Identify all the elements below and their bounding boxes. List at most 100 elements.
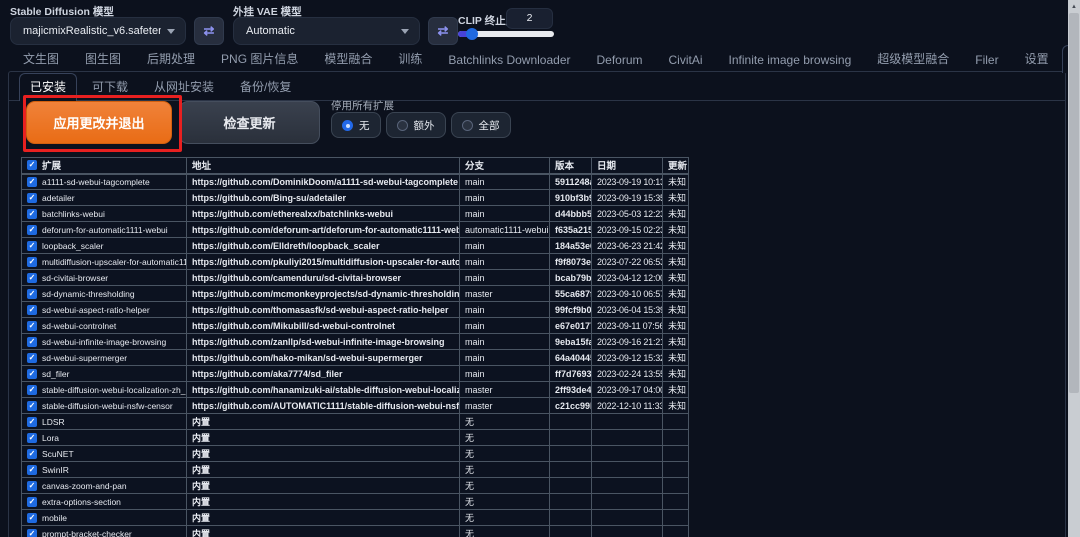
extension-checkbox[interactable]: ✓ <box>27 320 37 331</box>
update-cell: 未知 <box>662 237 689 254</box>
date-cell <box>591 461 663 478</box>
clip-skip-slider[interactable] <box>458 28 554 40</box>
extension-checkbox[interactable]: ✓ <box>27 528 37 537</box>
extension-checkbox[interactable]: ✓ <box>27 464 37 475</box>
extensions-panel: 已安装 可下载 从网址安装 备份/恢复 应用更改并退出 检查更新 停用所有扩展 无 额外… <box>8 71 1066 537</box>
extension-checkbox[interactable]: ✓ <box>27 256 37 267</box>
url-cell: https://github.com/hanamizuki-ai/stable-… <box>186 381 460 398</box>
table-row: ✓ sd-webui-supermerger https://github.com/… <box>21 349 689 366</box>
tab-filer[interactable]: Filer <box>962 48 1011 72</box>
version-cell: 5911248a <box>549 173 592 190</box>
branch-cell: automatic1111-webui <box>459 221 550 238</box>
scrollbar[interactable]: ▲ <box>1068 0 1080 537</box>
extension-checkbox[interactable]: ✓ <box>27 208 37 219</box>
table-row: ✓ SwinIR 内置无 <box>21 461 689 478</box>
radio-option-额外[interactable]: 额外 <box>385 112 446 138</box>
extension-checkbox[interactable]: ✓ <box>27 352 37 363</box>
extension-checkbox[interactable]: ✓ <box>27 288 37 299</box>
update-cell: 未知 <box>662 397 689 414</box>
tab-后期处理[interactable]: 后期处理 <box>134 45 208 72</box>
radio-option-label: 全部 <box>478 119 500 132</box>
tab-deforum[interactable]: Deforum <box>583 48 655 72</box>
radio-option-无[interactable]: 无 <box>331 112 381 138</box>
radio-circle-icon <box>342 119 353 131</box>
extension-checkbox[interactable]: ✓ <box>27 304 37 315</box>
tab-文生图[interactable]: 文生图 <box>10 45 72 72</box>
tab-设置[interactable]: 设置 <box>1012 45 1062 72</box>
branch-cell: main <box>459 253 550 270</box>
col-header-4: 日期 <box>591 157 663 175</box>
version-cell: f9f8073e <box>549 253 592 270</box>
scrollbar-thumb[interactable] <box>1069 13 1079 393</box>
refresh-vae-button[interactable]: ⇄ <box>428 17 458 45</box>
extension-name: adetailer <box>42 192 75 203</box>
update-cell <box>662 445 689 462</box>
branch-cell: 无 <box>459 493 550 510</box>
check-updates-button[interactable]: 检查更新 <box>179 101 320 144</box>
extension-cell: ✓ stable-diffusion-webui-localization-zh_… <box>21 381 187 398</box>
apply-and-restart-button[interactable]: 应用更改并退出 <box>26 101 172 144</box>
tab-batchlinks-downloader[interactable]: Batchlinks Downloader <box>435 48 583 72</box>
slider-handle[interactable] <box>466 28 478 40</box>
extension-checkbox[interactable]: ✓ <box>27 432 37 443</box>
radio-dot <box>346 123 350 128</box>
refresh-sd-model-button[interactable]: ⇄ <box>194 17 224 45</box>
table-row: ✓ multidiffusion-upscaler-for-automatic11… <box>21 253 689 270</box>
extension-name: multidiffusion-upscaler-for-automatic111… <box>42 256 187 267</box>
branch-cell: master <box>459 285 550 302</box>
radio-option-全部[interactable]: 全部 <box>450 112 511 138</box>
update-cell: 未知 <box>662 205 689 222</box>
tab-超级模型融合[interactable]: 超级模型融合 <box>864 45 962 72</box>
date-cell <box>591 445 663 462</box>
branch-cell: 无 <box>459 525 550 537</box>
extension-cell: ✓ prompt-bracket-checker <box>21 525 187 537</box>
extension-name: sd-dynamic-thresholding <box>42 288 135 299</box>
url-cell: https://github.com/deforum-art/deforum-f… <box>186 221 460 238</box>
tab-训练[interactable]: 训练 <box>385 45 435 72</box>
url-cell: https://github.com/zanllp/sd-webui-infin… <box>186 333 460 350</box>
subtab-已安装[interactable]: 已安装 <box>19 73 78 101</box>
extension-checkbox[interactable]: ✓ <box>27 272 37 283</box>
extension-checkbox[interactable]: ✓ <box>27 480 37 491</box>
tab-图生图[interactable]: 图生图 <box>72 45 134 72</box>
col-header-label: 扩展 <box>42 161 62 173</box>
extension-checkbox[interactable]: ✓ <box>27 416 37 427</box>
extension-checkbox[interactable]: ✓ <box>27 192 37 203</box>
version-cell: 9eba15fa <box>549 333 592 350</box>
subtab-可下载[interactable]: 可下载 <box>81 73 139 100</box>
scroll-up-arrow-icon[interactable]: ▲ <box>1068 0 1080 13</box>
url-cell: https://github.com/Mikubill/sd-webui-con… <box>186 317 460 334</box>
extension-checkbox[interactable]: ✓ <box>27 384 37 395</box>
version-cell: 184a53e6 <box>549 237 592 254</box>
extension-checkbox[interactable]: ✓ <box>27 400 37 411</box>
extension-checkbox[interactable]: ✓ <box>27 176 37 187</box>
extension-name: canvas-zoom-and-pan <box>42 480 127 491</box>
version-cell: e67e0177 <box>549 317 592 334</box>
branch-cell: main <box>459 205 550 222</box>
url-cell: https://github.com/Bing-su/adetailer <box>186 189 460 206</box>
tab-png-图片信息[interactable]: PNG 图片信息 <box>208 45 311 72</box>
update-cell <box>662 461 689 478</box>
subtab-从网址安装[interactable]: 从网址安装 <box>143 73 225 100</box>
clip-skip-input[interactable]: 2 <box>506 8 553 29</box>
tab-civitai[interactable]: CivitAi <box>656 48 716 72</box>
extension-checkbox[interactable]: ✓ <box>27 512 37 523</box>
tab-infinite-image-browsing[interactable]: Infinite image browsing <box>716 48 865 72</box>
extension-cell: ✓ sd-webui-supermerger <box>21 349 187 366</box>
extension-checkbox[interactable]: ✓ <box>27 368 37 379</box>
vae-dropdown[interactable]: Automatic <box>233 17 420 45</box>
extension-checkbox[interactable]: ✓ <box>27 496 37 507</box>
subtab-备份/恢复[interactable]: 备份/恢复 <box>229 73 302 100</box>
extension-checkbox[interactable]: ✓ <box>27 448 37 459</box>
extension-checkbox[interactable]: ✓ <box>27 224 37 235</box>
sd-model-dropdown[interactable]: majicmixRealistic_v6.safetensors <box>10 17 186 45</box>
extension-name: extra-options-section <box>42 496 121 507</box>
select-all-checkbox[interactable]: ✓ <box>27 160 37 171</box>
tab-模型融合[interactable]: 模型融合 <box>311 45 385 72</box>
update-cell <box>662 509 689 526</box>
branch-cell: main <box>459 269 550 286</box>
extension-checkbox[interactable]: ✓ <box>27 240 37 251</box>
extension-checkbox[interactable]: ✓ <box>27 336 37 347</box>
update-cell: 未知 <box>662 301 689 318</box>
extension-name: sd-civitai-browser <box>42 272 109 283</box>
